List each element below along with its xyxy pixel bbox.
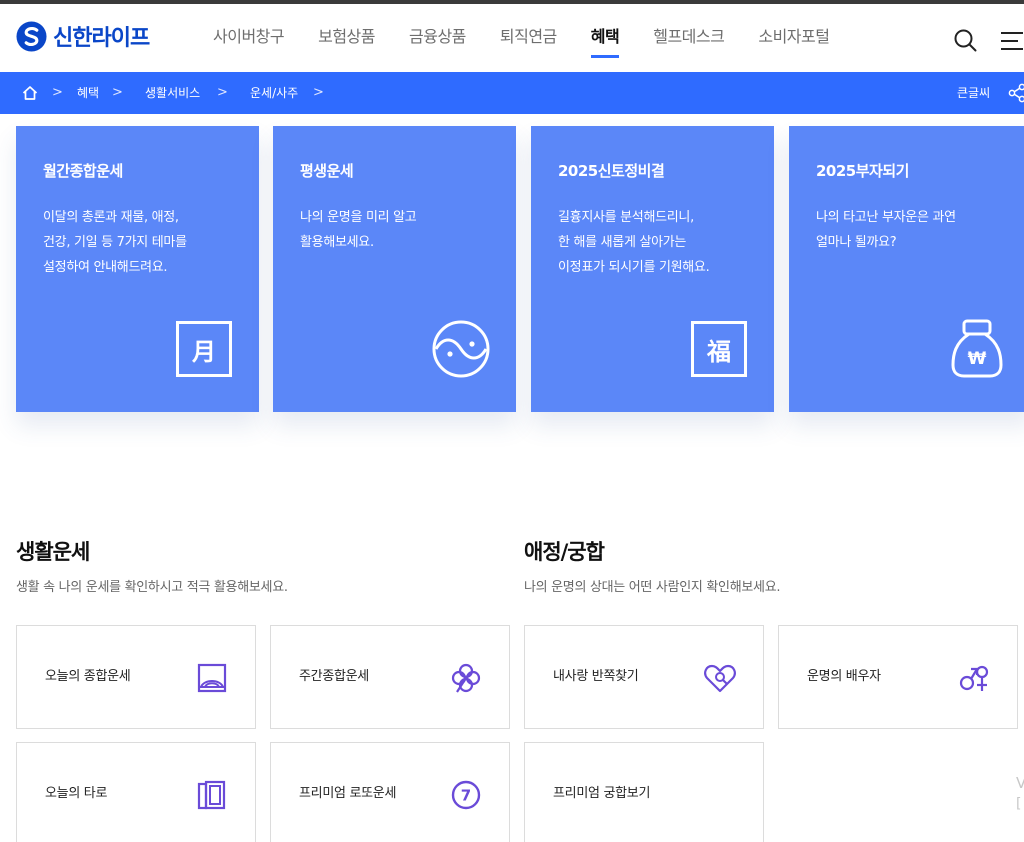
sunrise-icon [197, 663, 227, 693]
edge-text: V [1016, 774, 1024, 792]
shinhan-logo-icon [16, 20, 47, 52]
nav-helpdesk[interactable]: 헬프데스크 [636, 4, 741, 72]
card-tojeong-2025[interactable]: 2025신토정비결 길흉지사를 분석해드리니, 한 해를 새롭게 살아가는 이정… [531, 126, 774, 412]
nav-cyber-branch[interactable]: 사이버창구 [196, 4, 301, 72]
card-title: 2025부자되기 [816, 162, 909, 180]
lotto-ball-icon: 7 [451, 780, 481, 810]
search-icon[interactable] [953, 28, 977, 52]
clover-icon [451, 663, 481, 693]
fortune-cards: 월간종합운세 이달의 총론과 재물, 애정, 건강, 기일 등 7가지 테마를 … [16, 126, 1024, 412]
chevron-right-icon: > [112, 85, 123, 100]
chevron-right-icon: > [217, 85, 228, 100]
section-subtitle-life: 생활 속 나의 운세를 확인하시고 적극 활용해보세요. [16, 580, 288, 595]
main-nav: 사이버창구 보험상품 금융상품 퇴직연금 혜택 헬프데스크 소비자포털 [196, 4, 846, 72]
edge-text: [ [1016, 796, 1022, 812]
menu-icon[interactable] [1000, 30, 1024, 52]
tile-today-tarot[interactable]: 오늘의 타로 [16, 742, 256, 842]
nav-finance[interactable]: 금융상품 [392, 4, 483, 72]
tile-today-fortune[interactable]: 오늘의 종합운세 [16, 625, 256, 729]
tarot-cards-icon [197, 780, 226, 810]
site-header: 신한라이프 사이버창구 보험상품 금융상품 퇴직연금 혜택 헬프데스크 소비자포… [0, 4, 1024, 72]
logo[interactable]: 신한라이프 [16, 20, 150, 52]
heart-search-icon [704, 664, 736, 693]
money-bag-icon: ₩ [951, 319, 1003, 378]
gender-symbols-icon [959, 665, 989, 691]
breadcrumb-fortune[interactable]: 운세/사주 [250, 72, 298, 114]
tile-destined-spouse[interactable]: 운명의 배우자 [778, 625, 1018, 729]
home-icon[interactable] [22, 85, 38, 101]
card-desc: 나의 타고난 부자운은 과연 얼마나 될까요? [816, 210, 956, 250]
card-desc: 이달의 총론과 재물, 애정, 건강, 기일 등 7가지 테마를 설정하여 안내… [43, 210, 187, 275]
card-title: 월간종합운세 [43, 162, 123, 180]
tile-weekly-fortune[interactable]: 주간종합운세 [270, 625, 510, 729]
section-subtitle-love: 나의 운명의 상대는 어떤 사람인지 확인해보세요. [524, 580, 781, 595]
card-lifetime-fortune[interactable]: 평생운세 나의 운명을 미리 알고 활용해보세요. [273, 126, 516, 412]
card-title: 2025신토정비결 [558, 162, 665, 180]
nav-insurance[interactable]: 보험상품 [301, 4, 392, 72]
breadcrumb-life-service[interactable]: 생활서비스 [145, 72, 200, 114]
yin-yang-icon [432, 320, 490, 378]
nav-benefits[interactable]: 혜택 [574, 4, 636, 72]
tile-find-soulmate[interactable]: 내사랑 반쪽찾기 [524, 625, 764, 729]
moon-month-icon: 月 [174, 319, 234, 379]
share-icon[interactable] [1008, 83, 1024, 103]
large-text-toggle[interactable]: 큰글씨 [957, 72, 990, 114]
tile-premium-lotto[interactable]: 프리미엄 로또운세 7 [270, 742, 510, 842]
logo-text: 신한라이프 [53, 26, 150, 51]
card-wealth-2025[interactable]: 2025부자되기 나의 타고난 부자운은 과연 얼마나 될까요? ₩ [789, 126, 1024, 412]
card-desc: 길흉지사를 분석해드리니, 한 해를 새롭게 살아가는 이정표가 되시기를 기원… [558, 210, 710, 275]
svg-text:7: 7 [461, 787, 471, 805]
nav-consumer-portal[interactable]: 소비자포털 [741, 4, 846, 72]
chevron-right-icon: > [313, 85, 324, 100]
fortune-blessing-icon: 福 [689, 319, 749, 379]
nav-pension[interactable]: 퇴직연금 [483, 4, 574, 72]
card-monthly-fortune[interactable]: 월간종합운세 이달의 총론과 재물, 애정, 건강, 기일 등 7가지 테마를 … [16, 126, 259, 412]
card-desc: 나의 운명을 미리 알고 활용해보세요. [300, 210, 417, 250]
chevron-right-icon: > [52, 85, 63, 100]
tile-premium-compatibility[interactable]: 프리미엄 궁합보기 [524, 742, 764, 842]
breadcrumb-benefits[interactable]: 혜택 [77, 72, 99, 114]
card-title: 평생운세 [300, 162, 354, 180]
svg-text:₩: ₩ [968, 349, 987, 369]
section-title-love: 애정/궁합 [524, 540, 605, 564]
section-title-life: 생활운세 [16, 540, 90, 564]
breadcrumb: > 혜택 > 생활서비스 > 운세/사주 > 큰글씨 [0, 72, 1024, 114]
